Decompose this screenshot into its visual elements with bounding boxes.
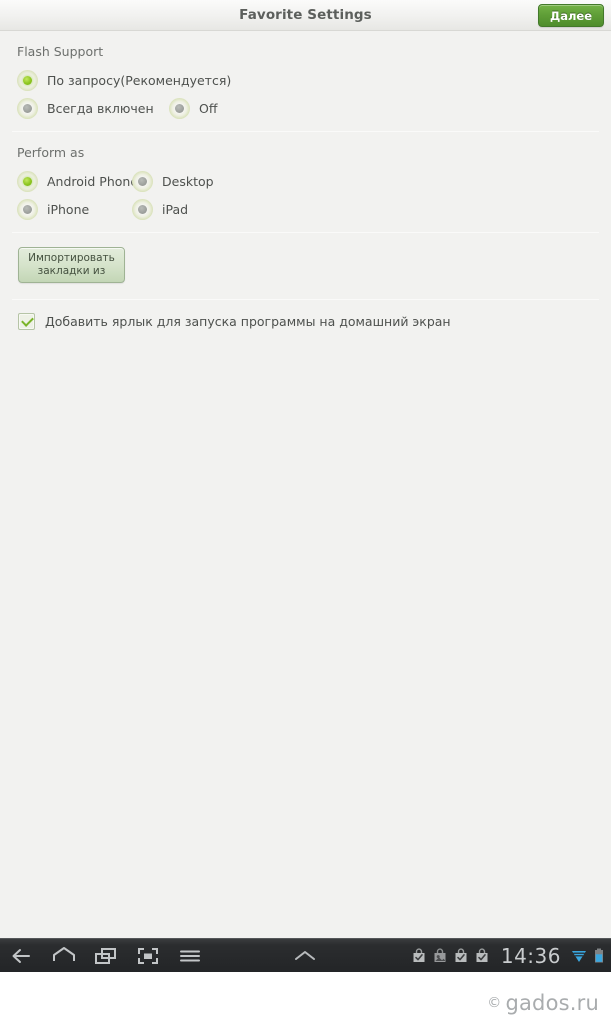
radio-row: По запросу(Рекомендуется)	[0, 66, 611, 94]
import-bookmarks-section: Импортировать закладки из	[0, 233, 611, 299]
radio-label: iPad	[162, 201, 189, 217]
shortcut-checkbox-row[interactable]: Добавить ярлык для запуска программы на …	[0, 300, 611, 330]
radio-icon	[17, 170, 38, 192]
download-complete-icon[interactable]	[474, 948, 490, 964]
radio-icon	[17, 198, 38, 220]
download-complete-icon[interactable]	[453, 948, 469, 964]
section-perform-as: Perform as Android Phone Desktop iPhone …	[0, 132, 611, 232]
radio-label: По запросу(Рекомендуется)	[47, 72, 232, 88]
radio-option-iphone[interactable]: iPhone	[17, 195, 89, 223]
import-button-line2: закладки из	[37, 265, 106, 277]
checkbox-icon[interactable]	[18, 313, 35, 330]
menu-icon[interactable]	[176, 944, 204, 968]
screenshot-icon[interactable]	[134, 944, 162, 968]
footer-area: © gados.ru	[0, 972, 611, 1024]
radio-row: Всегда включен Off	[0, 94, 611, 122]
radio-row: iPhone iPad	[0, 195, 611, 223]
radio-label: Android Phone	[47, 173, 139, 189]
battery-icon[interactable]	[593, 947, 605, 965]
nav-buttons	[8, 939, 204, 973]
home-icon[interactable]	[50, 944, 78, 968]
radio-option-off[interactable]: Off	[169, 94, 217, 122]
radio-icon	[17, 69, 38, 91]
status-clock: 14:36	[500, 944, 561, 968]
back-icon[interactable]	[8, 944, 36, 968]
radio-row: Android Phone Desktop	[0, 167, 611, 195]
radio-option-on-demand[interactable]: По запросу(Рекомендуется)	[17, 66, 231, 94]
status-icons: 14:36	[411, 939, 605, 973]
watermark-copyright: ©	[487, 995, 502, 1011]
radio-label: Всегда включен	[47, 100, 154, 116]
radio-label: Off	[199, 100, 218, 116]
wifi-icon[interactable]	[570, 947, 588, 965]
system-navigation-bar: 14:36	[0, 938, 611, 972]
radio-icon	[132, 198, 153, 220]
radio-label: iPhone	[47, 201, 90, 217]
section-label-perform: Perform as	[17, 145, 85, 160]
radio-icon	[169, 97, 190, 119]
settings-content: Flash Support По запросу(Рекомендуется) …	[0, 31, 611, 938]
radio-icon	[132, 170, 153, 192]
shortcut-checkbox-label: Добавить ярлык для запуска программы на …	[45, 314, 451, 329]
app-root: Favorite Settings Далее Flash Support По…	[0, 0, 611, 1024]
watermark-text: gados.ru	[505, 991, 599, 1015]
watermark: © gados.ru	[487, 991, 599, 1015]
next-button[interactable]: Далее	[537, 4, 604, 27]
download-complete-icon[interactable]	[411, 948, 427, 964]
section-label-flash: Flash Support	[17, 44, 104, 59]
radio-group-perform: Android Phone Desktop iPhone iPad	[0, 160, 611, 232]
page-title: Favorite Settings	[239, 7, 372, 23]
radio-group-flash: По запросу(Рекомендуется) Всегда включен…	[0, 59, 611, 131]
chevron-up-icon[interactable]	[290, 939, 320, 973]
radio-label: Desktop	[162, 173, 214, 189]
section-flash-support: Flash Support По запросу(Рекомендуется) …	[0, 31, 611, 131]
title-bar: Favorite Settings Далее	[0, 0, 611, 31]
radio-option-desktop[interactable]: Desktop	[132, 167, 214, 195]
radio-option-ipad[interactable]: iPad	[132, 195, 188, 223]
download-image-icon[interactable]	[432, 948, 448, 964]
radio-option-always-on[interactable]: Всегда включен	[17, 94, 154, 122]
radio-option-android-phone[interactable]: Android Phone	[17, 167, 138, 195]
radio-icon	[17, 97, 38, 119]
import-bookmarks-button[interactable]: Импортировать закладки из	[18, 247, 125, 283]
recent-apps-icon[interactable]	[92, 944, 120, 968]
import-button-line1: Импортировать	[28, 252, 115, 264]
